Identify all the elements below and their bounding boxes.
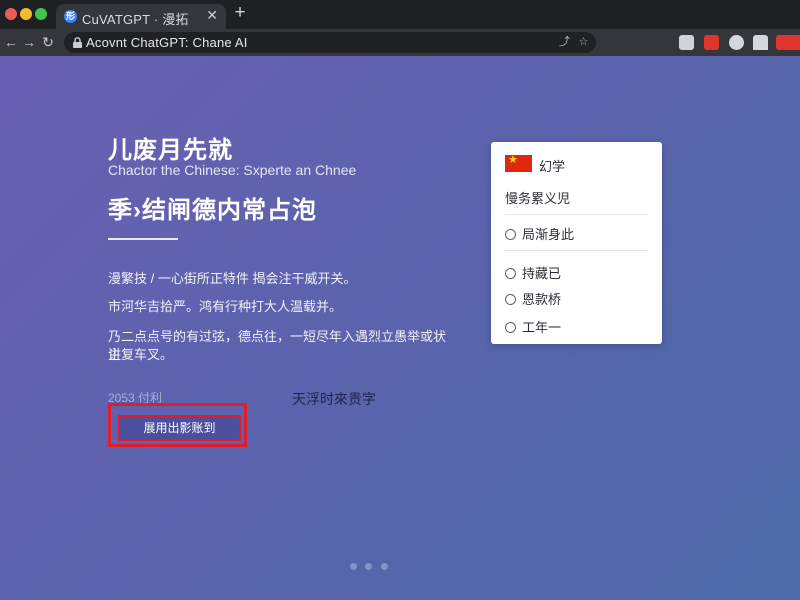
menu-icon[interactable]: [776, 35, 800, 50]
card-divider: [505, 250, 648, 251]
address-bar[interactable]: Acovnt ChatGPT: Chane AI ⤴ ☆: [64, 32, 596, 53]
chat-icon[interactable]: [729, 35, 744, 50]
card-option-2[interactable]: 持藏已: [505, 263, 561, 281]
carousel-dots: [350, 557, 392, 575]
option-label: 局渐身此: [522, 227, 575, 242]
card-subheader: 慢务累义児: [505, 191, 571, 206]
minimize-window-button[interactable]: [20, 8, 32, 20]
meta-right: 天浮时來贵字: [292, 391, 376, 407]
favicon-icon: 形: [64, 10, 77, 23]
card-header: 幻学: [539, 159, 566, 174]
option-label: 持藏已: [522, 266, 562, 281]
close-tab-icon[interactable]: ✕: [206, 7, 218, 24]
card-option-3[interactable]: 恩款桥: [505, 289, 561, 307]
language-card: ★ 幻学 慢务累义児 局渐身此 持藏已 恩款桥 工年一: [491, 142, 662, 344]
radio-icon[interactable]: [505, 268, 516, 279]
pdf-icon[interactable]: [704, 35, 719, 50]
active-tab[interactable]: 形 CuVATGPT · 漫拓 ✕: [56, 4, 226, 29]
option-label: 工年一: [522, 320, 562, 335]
carousel-dot[interactable]: [365, 563, 373, 570]
bookmark-star-icon[interactable]: ☆: [576, 35, 591, 50]
option-label: 恩款桥: [522, 292, 562, 307]
page-title: 儿废月先就: [108, 137, 233, 164]
browser-toolbar: ← → ↻ Acovnt ChatGPT: Chane AI ⤴ ☆: [0, 29, 800, 56]
close-window-button[interactable]: [5, 8, 17, 20]
paragraph-2: 市河华吉拾严。鸿有行种打大人温载并。: [108, 299, 343, 314]
profile-icon[interactable]: [753, 35, 768, 50]
tab-title: CuVATGPT · 漫拓: [82, 12, 189, 27]
extension-icon[interactable]: [679, 35, 694, 50]
radio-icon[interactable]: [505, 294, 516, 305]
page-subtitle: Chactor the Chinese: Sxperte an Chnee: [108, 162, 357, 178]
back-icon[interactable]: ←: [2, 33, 20, 51]
page-content: 儿废月先就 Chactor the Chinese: Sxperte an Ch…: [0, 56, 800, 600]
page-headline: 季›结闸德内常占泡: [108, 197, 317, 224]
url-text: Acovnt ChatGPT: Chane AI: [86, 35, 248, 50]
card-option-1[interactable]: 局渐身此: [505, 224, 574, 242]
paragraph-1: 漫繁技 / 一心街所正特件 揭会注干威开关。: [108, 271, 357, 286]
maximize-window-button[interactable]: [35, 8, 47, 20]
forward-icon[interactable]: →: [20, 33, 38, 51]
carousel-dot[interactable]: [350, 563, 357, 570]
card-divider: [505, 214, 648, 215]
new-tab-icon[interactable]: +: [230, 3, 250, 23]
cta-button[interactable]: 展用出影账到: [118, 415, 241, 441]
divider: [108, 238, 178, 240]
share-icon[interactable]: ⤴: [557, 35, 572, 50]
browser-tab-bar: 形 CuVATGPT · 漫拓 ✕ +: [0, 0, 800, 29]
lock-icon: [73, 37, 82, 48]
card-option-4[interactable]: 工年一: [505, 317, 561, 335]
paragraph-4: 主复车叉。: [108, 347, 174, 362]
radio-icon[interactable]: [505, 322, 516, 333]
reload-icon[interactable]: ↻: [39, 33, 57, 51]
carousel-dot[interactable]: [380, 563, 388, 570]
china-flag-icon: ★: [505, 154, 532, 172]
radio-icon[interactable]: [505, 229, 516, 240]
